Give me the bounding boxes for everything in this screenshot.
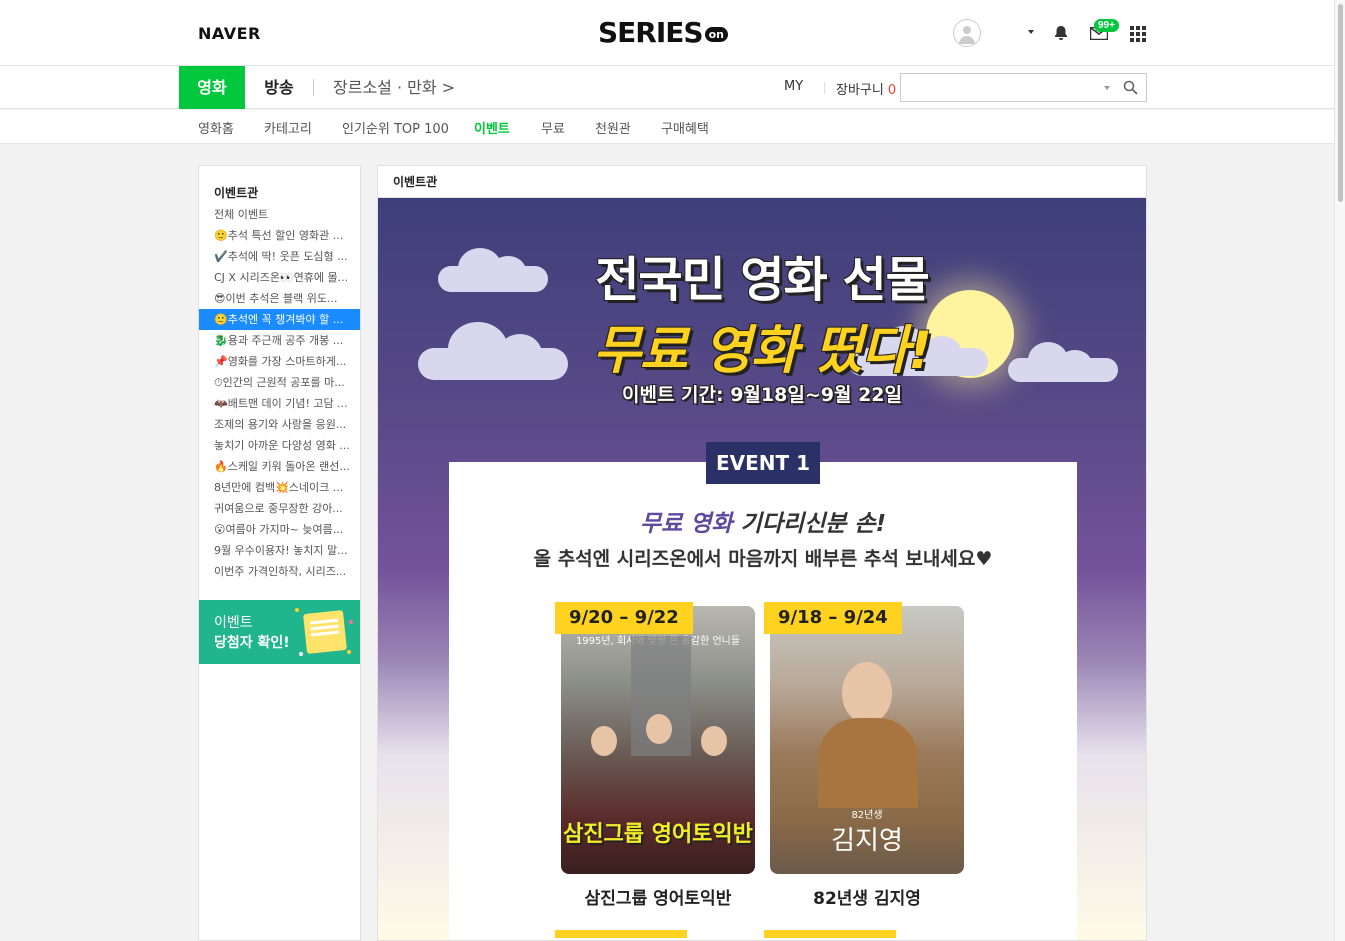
tab-broadcast[interactable]: 방송 bbox=[252, 66, 306, 109]
event-number-tag: EVENT 1 bbox=[706, 442, 820, 484]
sidebar-item[interactable]: 😮여름아 가지마~ 늦여름... bbox=[199, 519, 360, 540]
sidebar-item[interactable]: 조제의 용기와 사랑을 응원... bbox=[199, 414, 360, 435]
series-logo-suffix: on bbox=[704, 26, 728, 42]
cart-label: 장바구니 bbox=[836, 83, 884, 98]
sidebar-event-list: 전체 이벤트 🙂추석 특선 할인 영화관 ... ✔️추석에 딱! 웃픈 도심형… bbox=[199, 204, 360, 582]
sidebar-item[interactable]: 이번주 가격인하작, 시리즈... bbox=[199, 561, 360, 582]
lnb-top100[interactable]: 인기순위 TOP 100 bbox=[342, 118, 449, 137]
next-date-tag bbox=[764, 930, 896, 938]
sidebar-item[interactable]: 📌영화를 가장 스마트하게... bbox=[199, 351, 360, 372]
confetti-dot bbox=[295, 608, 299, 612]
sidebar-item[interactable]: CJ X 시리즈온👀연휴에 몰... bbox=[199, 267, 360, 288]
card-headline: 무료 영화 기다리신분 손! bbox=[449, 504, 1077, 538]
card-headline-highlight: 무료 영화 bbox=[639, 511, 733, 537]
poster-subtitle: 82년생 bbox=[851, 810, 883, 821]
actor-face bbox=[701, 726, 727, 756]
event-main-panel: 이벤트관 전국민 영화 선물 무료 영화 떴다! 이벤트 기간: 9월18일~9… bbox=[377, 165, 1147, 941]
poster-date: 9/20 – 9/22 bbox=[555, 602, 693, 634]
gnb-divider bbox=[313, 79, 314, 96]
sidebar-item[interactable]: ⏱인간의 근원적 공포를 마... bbox=[199, 372, 360, 393]
app-grid-icon[interactable] bbox=[1130, 26, 1146, 42]
sidebar-item[interactable]: 놓치기 아까운 다양성 영화 ... bbox=[199, 435, 360, 456]
profile-avatar[interactable] bbox=[953, 19, 981, 47]
card-subline: 올 추석엔 시리즈온에서 마음까지 배부른 추석 보내세요♥ bbox=[533, 548, 993, 570]
poster-title: 삼진그룹 영어토익반 bbox=[563, 822, 753, 847]
sidebar-item[interactable]: 🔥스케일 키워 돌아온 랜선... bbox=[199, 456, 360, 477]
lnb-event[interactable]: 이벤트 bbox=[474, 118, 510, 137]
confetti-dot bbox=[299, 652, 303, 656]
scrollbar-thumb[interactable] bbox=[1338, 4, 1343, 202]
lnb-free[interactable]: 무료 bbox=[541, 118, 565, 137]
main-panel-title: 이벤트관 bbox=[378, 166, 1146, 198]
top-header: NAVER SERIES on 99+ bbox=[0, 0, 1334, 66]
confetti-dot bbox=[347, 650, 351, 654]
event-banner: 전국민 영화 선물 무료 영화 떴다! 이벤트 기간: 9월18일~9월 22일… bbox=[378, 198, 1146, 940]
my-link[interactable]: MY bbox=[784, 79, 803, 94]
sub-navigation: 영화홈 카테고리 인기순위 TOP 100 이벤트 무료 천원관 구매혜택 bbox=[0, 110, 1334, 144]
winner-banner-line2: 당첨자 확인! bbox=[214, 635, 290, 651]
sidebar-item-selected[interactable]: 🙂추석엔 꼭 챙겨봐야 할 ... bbox=[199, 309, 360, 330]
search-scope-caret-icon[interactable] bbox=[1104, 86, 1110, 90]
sidebar-item[interactable]: 🐉용과 주근깨 공주 개봉 ... bbox=[199, 330, 360, 351]
sidebar-item[interactable]: ✔️추석에 딱! 웃픈 도심형 ... bbox=[199, 246, 360, 267]
tab-movie[interactable]: 영화 bbox=[179, 66, 245, 109]
naver-logo[interactable]: NAVER bbox=[198, 24, 261, 43]
banner-headline: 전국민 영화 선물 bbox=[595, 252, 930, 308]
poster-caption[interactable]: 삼진그룹 영어토익반 bbox=[561, 884, 755, 909]
sidebar-item[interactable]: 귀여움으로 중무장한 강아... bbox=[199, 498, 360, 519]
notification-badge: 99+ bbox=[1094, 19, 1119, 32]
cart-count: 0 bbox=[887, 83, 897, 98]
sidebar-item[interactable]: 😎이번 추석은 블랙 위도... bbox=[199, 288, 360, 309]
cart-link[interactable]: 장바구니 0 bbox=[824, 79, 896, 98]
event-period: 이벤트 기간: 9월18일~9월 22일 bbox=[621, 384, 902, 406]
sidebar-item[interactable]: 🙂추석 특선 할인 영화관 ... bbox=[199, 225, 360, 246]
poster-image[interactable]: 1995년, 회사와 맞짱 뜬 용감한 언니들 삼진그룹 영어토익반 bbox=[561, 606, 755, 874]
page-scrollbar[interactable] bbox=[1334, 0, 1345, 941]
poster-caption[interactable]: 82년생 김지영 bbox=[770, 884, 964, 909]
lnb-purchase-benefit[interactable]: 구매혜택 bbox=[661, 118, 709, 137]
poster-image[interactable]: 82년생 김지영 bbox=[770, 606, 964, 874]
actor-face bbox=[646, 714, 672, 744]
sidebar-item[interactable]: 🦇배트맨 데이 기념! 고담 ... bbox=[199, 393, 360, 414]
series-logo-text: SERIES bbox=[598, 16, 704, 49]
sidebar-title: 이벤트관 bbox=[214, 186, 259, 200]
winner-check-banner[interactable]: 이벤트 당첨자 확인! bbox=[199, 600, 360, 664]
next-date-tag bbox=[555, 930, 687, 938]
sidebar-item[interactable]: 8년만에 컴백💥스네이크 ... bbox=[199, 477, 360, 498]
poster-date: 9/18 – 9/24 bbox=[764, 602, 902, 634]
poster-title: 김지영 bbox=[831, 826, 903, 856]
confetti-dot bbox=[349, 620, 353, 624]
genre-novel-comic-link[interactable]: 장르소설 · 만화 > bbox=[333, 66, 455, 109]
search-icon[interactable] bbox=[1123, 80, 1138, 95]
lnb-thousand-won[interactable]: 천원관 bbox=[595, 118, 631, 137]
lnb-movie-home[interactable]: 영화홈 bbox=[198, 118, 234, 137]
profile-caret-icon[interactable] bbox=[1028, 30, 1034, 34]
winner-banner-line1: 이벤트 bbox=[214, 615, 253, 631]
main-navigation: 영화 방송 장르소설 · 만화 > MY 장바구니 0 bbox=[0, 66, 1334, 109]
bell-icon[interactable] bbox=[1053, 25, 1069, 41]
lnb-category[interactable]: 카테고리 bbox=[264, 118, 312, 137]
search-input[interactable] bbox=[900, 73, 1147, 102]
coat-illustration bbox=[818, 718, 918, 808]
actor-face bbox=[591, 726, 617, 756]
event-card: 무료 영화 기다리신분 손! 올 추석엔 시리즈온에서 마음까지 배부른 추석 … bbox=[449, 462, 1077, 940]
card-headline-rest: 기다리신분 손! bbox=[732, 511, 887, 537]
sidebar-item[interactable]: 전체 이벤트 bbox=[199, 204, 360, 225]
series-on-logo[interactable]: SERIES on bbox=[598, 16, 728, 49]
sidebar-item[interactable]: 9월 우수이용자! 놓치지 말... bbox=[199, 540, 360, 561]
banner-subheadline: 무료 영화 떴다! bbox=[593, 321, 932, 381]
envelope-icon bbox=[303, 610, 347, 654]
actor-face bbox=[842, 662, 892, 724]
event-sidebar: 이벤트관 전체 이벤트 🙂추석 특선 할인 영화관 ... ✔️추석에 딱! 웃… bbox=[198, 165, 361, 941]
